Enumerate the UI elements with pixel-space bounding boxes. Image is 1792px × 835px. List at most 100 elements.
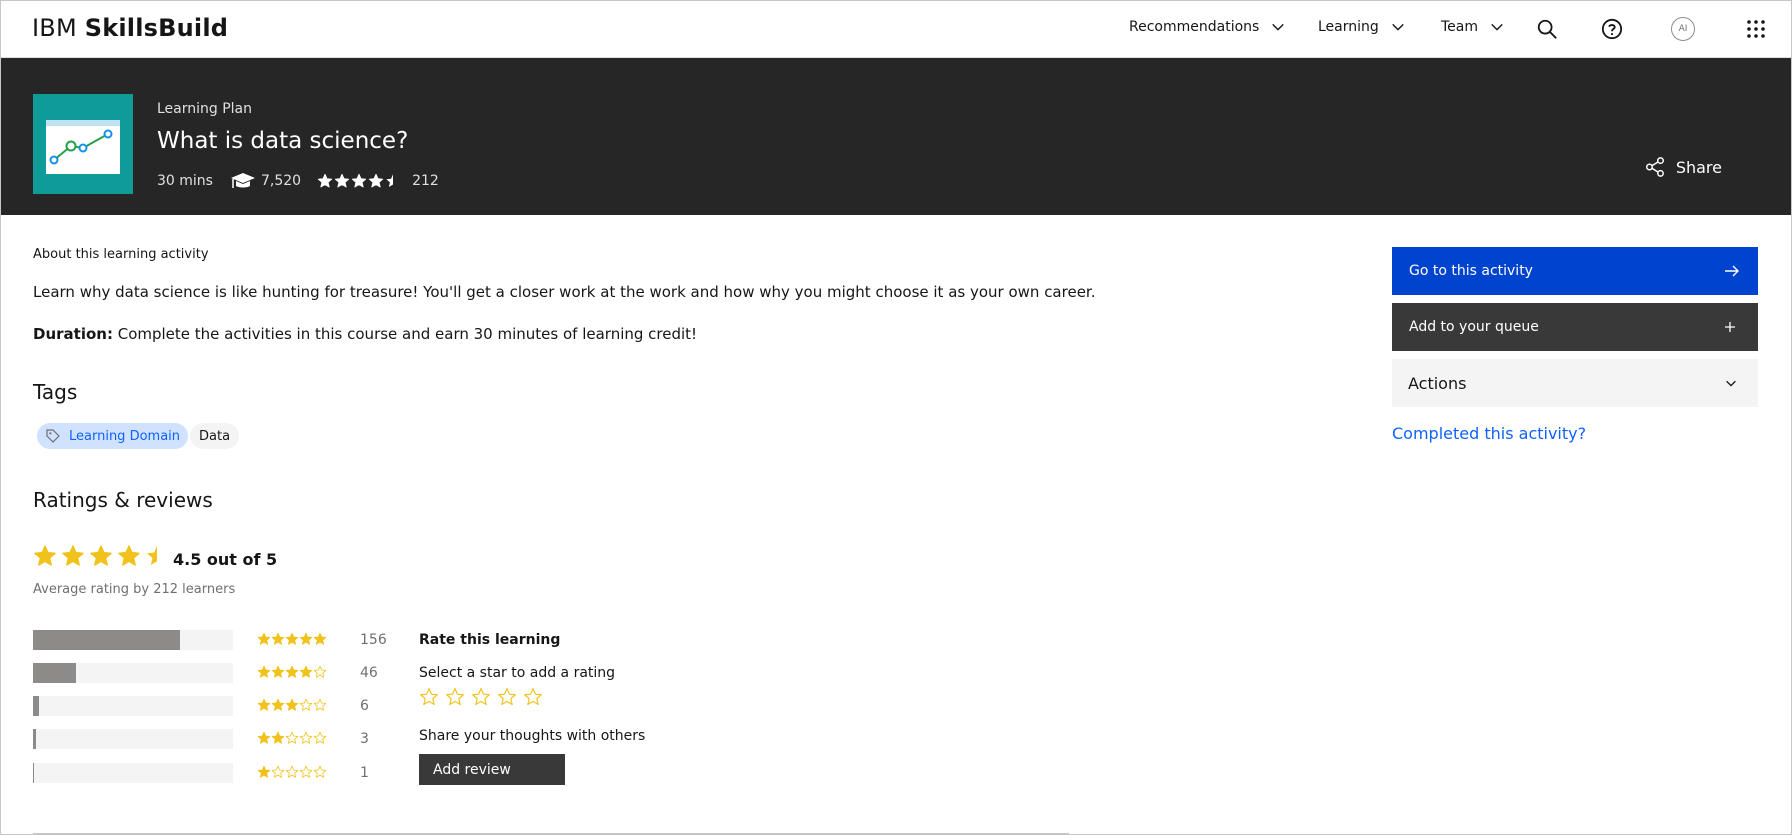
search-icon xyxy=(1537,19,1557,39)
rating-row-5: 156 xyxy=(33,630,413,650)
about-heading: About this learning activity xyxy=(33,247,209,262)
add-to-queue-button[interactable]: Add to your queue xyxy=(1392,303,1758,351)
rating-bar-fill xyxy=(33,630,181,650)
star-empty-icon xyxy=(299,765,313,778)
chevron-down-icon xyxy=(1726,380,1736,387)
graduation-cap-icon xyxy=(230,173,255,188)
star-icon xyxy=(118,545,140,566)
rating-row-1: 1 xyxy=(33,763,413,783)
star-icon xyxy=(147,546,157,565)
app-switcher-button[interactable] xyxy=(1741,14,1771,44)
rating-bar-track xyxy=(33,630,233,650)
duration-text-body: Complete the activities in this course a… xyxy=(112,325,698,343)
star-outline-icon xyxy=(498,688,516,706)
share-icon xyxy=(1645,157,1664,177)
star-filled-icon xyxy=(285,665,299,678)
activity-type: Learning Plan xyxy=(157,101,253,117)
brand-logo[interactable]: IBM SkillsBuild xyxy=(32,14,228,42)
nav-team[interactable]: Team xyxy=(1441,19,1504,35)
share-label: Share xyxy=(1675,157,1722,177)
duration-text: 30 mins xyxy=(157,173,213,189)
rate-instruction: Select a star to add a rating xyxy=(419,665,616,681)
rating-bar-fill xyxy=(33,696,39,716)
rating-bar-track xyxy=(33,663,233,683)
rating-row-3: 6 xyxy=(33,696,413,716)
star-icon xyxy=(386,174,394,187)
star-filled-icon xyxy=(257,765,271,778)
rate-star-2[interactable] xyxy=(445,687,465,707)
enrolled-count: 7,520 xyxy=(260,173,302,189)
star-outline-icon xyxy=(472,688,490,706)
rating-row-stars xyxy=(257,698,327,712)
brand-product: SkillsBuild xyxy=(84,14,229,42)
rate-star-3[interactable] xyxy=(471,687,491,707)
rate-star-1[interactable] xyxy=(419,687,439,707)
star-filled-icon xyxy=(257,632,271,645)
page-title: What is data science? xyxy=(157,128,409,154)
nav-recommendations-label: Recommendations xyxy=(1129,19,1260,35)
rating-row-stars xyxy=(257,665,327,679)
star-filled-icon xyxy=(271,698,285,711)
star-filled-icon xyxy=(257,665,271,678)
thumbnail-chart-card xyxy=(46,120,120,174)
help-button[interactable] xyxy=(1597,14,1627,44)
go-to-activity-label: Go to this activity xyxy=(1409,263,1533,279)
actions-dropdown[interactable]: Actions xyxy=(1392,359,1758,407)
duration-line: Duration: Complete the activities in thi… xyxy=(33,325,697,343)
duration-label: Duration: xyxy=(33,325,113,343)
tag-label: Data xyxy=(199,428,231,444)
rating-bar-fill xyxy=(33,663,77,683)
search-button[interactable] xyxy=(1532,14,1562,44)
star-filled-icon xyxy=(313,632,327,645)
user-avatar-button[interactable]: AI xyxy=(1668,14,1698,44)
star-empty-icon xyxy=(313,731,327,744)
star-icon xyxy=(62,545,84,566)
star-icon xyxy=(351,173,367,188)
top-navigation: IBM SkillsBuild Recommendations Learning… xyxy=(0,0,1792,58)
star-icon xyxy=(90,545,112,566)
star-empty-icon xyxy=(313,698,327,711)
nav-learning[interactable]: Learning xyxy=(1318,19,1405,35)
tag-learning-domain[interactable]: Learning Domain xyxy=(37,423,189,449)
rate-star-5[interactable] xyxy=(523,687,543,707)
share-button[interactable]: Share xyxy=(1644,156,1722,178)
plus-icon xyxy=(1725,322,1735,332)
app-switcher-icon xyxy=(1747,20,1765,38)
chevron-down-icon xyxy=(1491,23,1503,31)
add-review-button[interactable]: Add review xyxy=(419,754,565,785)
star-empty-icon xyxy=(313,665,327,678)
star-filled-icon xyxy=(271,632,285,645)
line-chart-icon xyxy=(49,129,113,165)
activity-meta: 30 mins 7,520 212 xyxy=(157,171,439,191)
star-icon xyxy=(334,173,350,188)
ratings-heading: Ratings & reviews xyxy=(33,488,213,512)
rating-row-2: 3 xyxy=(33,729,413,749)
nav-recommendations[interactable]: Recommendations xyxy=(1129,19,1285,35)
rate-heading: Rate this learning xyxy=(419,632,561,648)
star-outline-icon xyxy=(446,688,464,706)
hero-rating-count: 212 xyxy=(412,173,439,189)
rating-row-count: 1 xyxy=(360,765,369,781)
rating-row-count: 156 xyxy=(360,632,387,648)
go-to-activity-button[interactable]: Go to this activity xyxy=(1392,247,1758,295)
tag-data[interactable]: Data xyxy=(190,423,240,449)
rating-row-stars xyxy=(257,731,327,745)
activity-hero: Learning Plan What is data science? 30 m… xyxy=(0,58,1792,215)
star-icon xyxy=(368,173,384,188)
avatar: AI xyxy=(1671,17,1695,41)
rating-bar-track xyxy=(33,696,233,716)
completed-activity-link[interactable]: Completed this activity? xyxy=(1392,424,1586,443)
hero-rating-stars xyxy=(317,173,402,189)
star-filled-icon xyxy=(299,632,313,645)
average-rating-caption: Average rating by 212 learners xyxy=(33,582,236,597)
tag-label: Learning Domain xyxy=(69,428,181,444)
star-empty-icon xyxy=(271,765,285,778)
star-outline-icon xyxy=(524,688,542,706)
activity-description: Learn why data science is like hunting f… xyxy=(33,283,1096,301)
star-empty-icon xyxy=(299,731,313,744)
star-filled-icon xyxy=(285,632,299,645)
rate-star-4[interactable] xyxy=(497,687,517,707)
rating-bar-track xyxy=(33,729,233,749)
arrow-right-icon xyxy=(1725,265,1739,277)
average-rating-text: 4.5 out of 5 xyxy=(173,550,278,569)
